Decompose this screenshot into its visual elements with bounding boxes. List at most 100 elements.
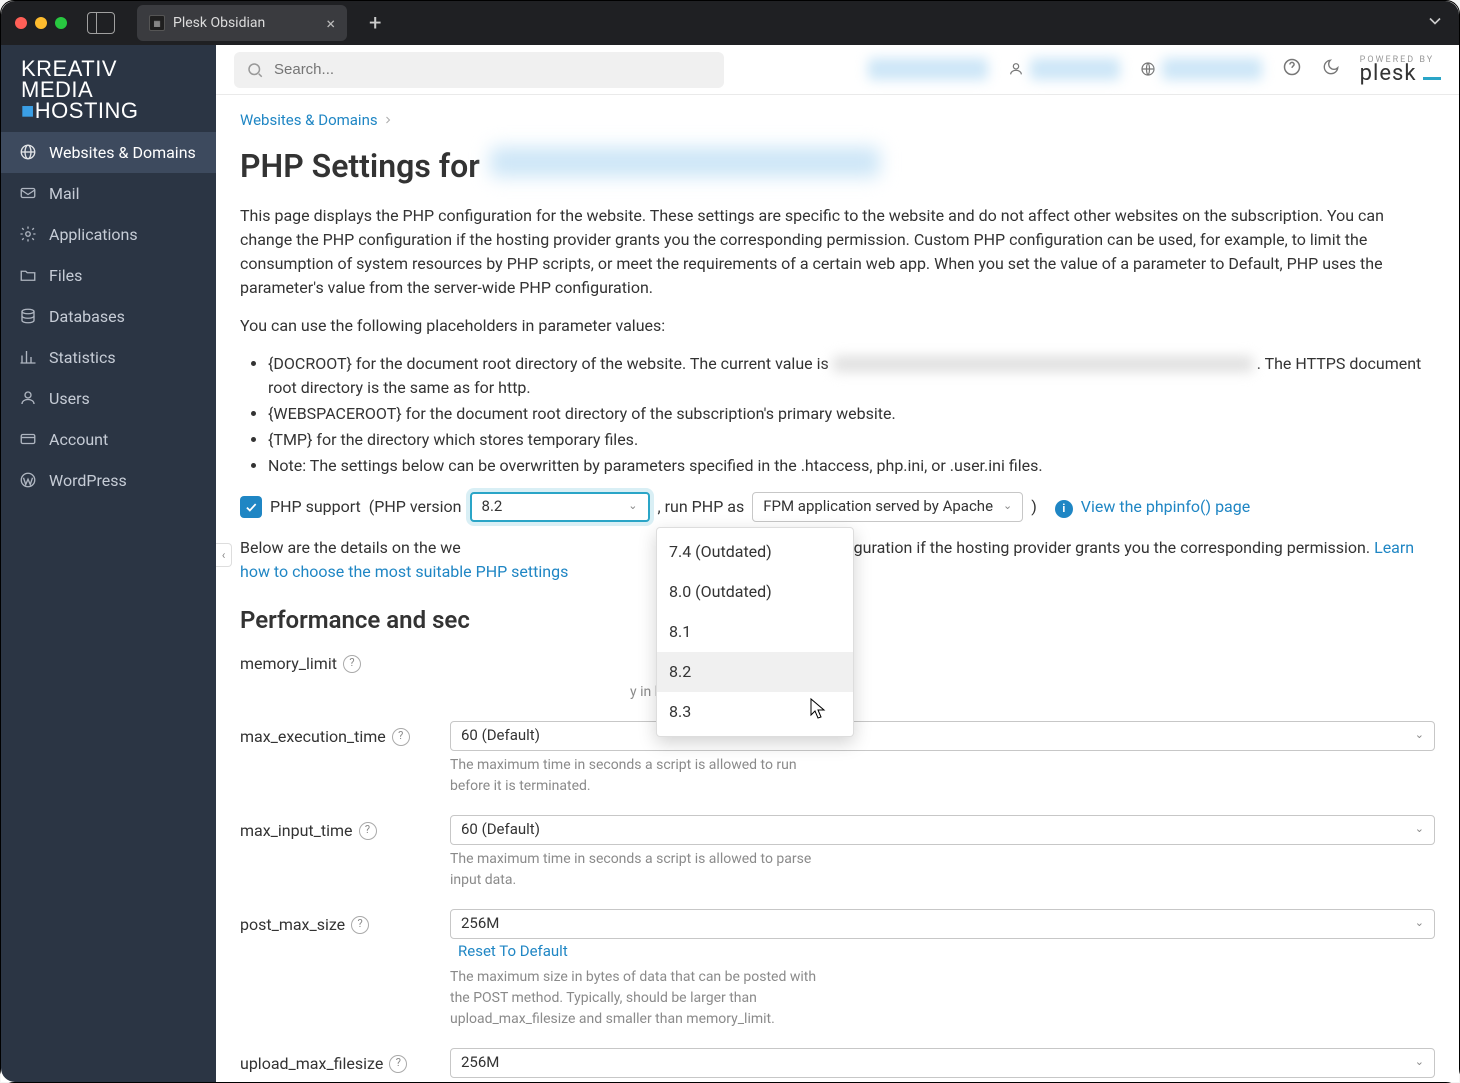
intro-text: This page displays the PHP configuration… <box>240 204 1435 300</box>
close-window-button[interactable] <box>15 17 27 29</box>
list-item: {TMP} for the directory which stores tem… <box>268 428 1435 452</box>
reset-post-max-size[interactable]: Reset To Default <box>458 942 568 960</box>
sidebar-item-files[interactable]: Files <box>1 255 216 296</box>
dropdown-option[interactable]: 7.4 (Outdated) <box>657 532 853 572</box>
sidebar-item-label: Mail <box>49 184 79 203</box>
max-execution-time-select[interactable]: 60 (Default)⌄ <box>450 721 1435 751</box>
search-icon <box>246 61 264 79</box>
search-input[interactable] <box>234 52 724 88</box>
sidebar-toggle-icon[interactable] <box>87 12 115 34</box>
php-support-row: PHP support (PHP version 8.2 ⌄ , run PHP… <box>240 492 1435 522</box>
setting-upload-max-filesize: upload_max_filesize ? 256M⌄ Reset To Def… <box>240 1048 1435 1083</box>
search-field[interactable] <box>274 61 712 78</box>
maximize-window-button[interactable] <box>55 17 67 29</box>
dark-mode-toggle[interactable] <box>1322 58 1340 80</box>
sidebar-item-statistics[interactable]: Statistics <box>1 337 216 378</box>
php-support-label: PHP support <box>270 495 361 519</box>
help-icon[interactable]: ? <box>359 822 377 840</box>
minimize-window-button[interactable] <box>35 17 47 29</box>
breadcrumb: Websites & Domains <box>240 109 1435 132</box>
database-icon <box>19 307 37 325</box>
phpinfo-link[interactable]: View the phpinfo() page <box>1081 497 1250 516</box>
tab-title: Plesk Obsidian <box>173 15 265 31</box>
topbar-user-blurred[interactable] <box>1030 58 1120 80</box>
sidebar-item-label: Databases <box>49 307 125 326</box>
user-icon <box>19 389 37 407</box>
chevron-right-icon <box>382 114 394 126</box>
breadcrumb-root[interactable]: Websites & Domains <box>240 109 378 132</box>
help-icon[interactable]: ? <box>343 655 361 673</box>
logo-accent: ■ <box>21 98 35 123</box>
sidebar-item-label: Files <box>49 266 82 285</box>
help-icon[interactable]: ? <box>392 728 410 746</box>
globe-icon <box>19 143 37 161</box>
setting-label: post_max_size <box>240 913 345 937</box>
setting-label: upload_max_filesize <box>240 1052 383 1076</box>
help-icon[interactable]: ? <box>389 1055 407 1073</box>
php-handler-value: FPM application served by Apache <box>763 495 993 518</box>
info-icon: i <box>1055 500 1073 518</box>
cursor-icon <box>808 697 828 729</box>
dropdown-option[interactable]: 8.2 <box>657 652 853 692</box>
plesk-logo: POWERED BY plesk <box>1360 56 1441 84</box>
list-item: {DOCROOT} for the document root director… <box>268 352 1435 400</box>
page-title-domain-blurred <box>490 147 880 177</box>
topbar: POWERED BY plesk <box>216 45 1459 95</box>
list-item: {WEBSPACEROOT} for the document root dir… <box>268 402 1435 426</box>
sidebar-item-label: Account <box>49 430 108 449</box>
php-version-select[interactable]: 8.2 ⌄ <box>470 492 650 522</box>
php-handler-select[interactable]: FPM application served by Apache ⌄ <box>752 492 1023 522</box>
user-icon <box>1008 61 1024 77</box>
tab-favicon: ▦ <box>149 15 165 31</box>
placeholders-intro: You can use the following placeholders i… <box>240 314 1435 338</box>
max-input-time-select[interactable]: 60 (Default)⌄ <box>450 815 1435 845</box>
card-icon <box>19 430 37 448</box>
help-button[interactable] <box>1282 57 1302 81</box>
help-icon[interactable]: ? <box>351 916 369 934</box>
sidebar-item-databases[interactable]: Databases <box>1 296 216 337</box>
main: POWERED BY plesk ‹ Websites & Domains PH… <box>216 45 1459 1082</box>
folder-icon <box>19 266 37 284</box>
chevron-down-icon: ⌄ <box>628 498 637 515</box>
topbar-domain-blurred[interactable] <box>1162 58 1262 80</box>
run-php-as-label: , run PHP as <box>658 495 745 519</box>
close-tab-button[interactable]: × <box>326 14 335 33</box>
wordpress-icon <box>19 471 37 489</box>
sidebar-item-label: Applications <box>49 225 138 244</box>
content: ‹ Websites & Domains PHP Settings for Th… <box>216 95 1459 1082</box>
sidebar-item-mail[interactable]: Mail <box>1 173 216 214</box>
tabs-overflow-button[interactable] <box>1425 11 1445 35</box>
sidebar-item-label: WordPress <box>49 471 127 490</box>
gear-icon <box>19 225 37 243</box>
post-max-size-select[interactable]: 256M⌄ <box>450 909 1435 939</box>
chevron-down-icon: ⌄ <box>1415 821 1424 838</box>
page-title: PHP Settings for <box>240 142 1435 190</box>
sidebar-item-label: Users <box>49 389 90 408</box>
chart-icon <box>19 348 37 366</box>
sidebar-item-wordpress[interactable]: WordPress <box>1 460 216 501</box>
collapse-sidebar-button[interactable]: ‹ <box>216 543 232 567</box>
dropdown-option[interactable]: 8.1 <box>657 612 853 652</box>
sidebar-item-account[interactable]: Account <box>1 419 216 460</box>
reset-upload-max-filesize[interactable]: Reset To Default <box>458 1081 568 1083</box>
sidebar-item-applications[interactable]: Applications <box>1 214 216 255</box>
window-controls <box>15 17 67 29</box>
mail-icon <box>19 184 37 202</box>
setting-max-input-time: max_input_time ? 60 (Default)⌄ The maxim… <box>240 815 1435 891</box>
sidebar-item-websites-domains[interactable]: Websites & Domains <box>1 132 216 173</box>
dropdown-option[interactable]: 8.0 (Outdated) <box>657 572 853 612</box>
sidebar: KREATIV MEDIA ■HOSTING Websites & Domain… <box>1 45 216 1082</box>
upload-max-filesize-select[interactable]: 256M⌄ <box>450 1048 1435 1078</box>
chevron-down-icon: ⌄ <box>1415 1054 1424 1071</box>
new-tab-button[interactable]: + <box>369 11 381 36</box>
sidebar-item-users[interactable]: Users <box>1 378 216 419</box>
browser-tab[interactable]: ▦ Plesk Obsidian × <box>137 5 347 41</box>
setting-hint: The maximum time in seconds a script is … <box>450 849 830 891</box>
sidebar-item-label: Statistics <box>49 348 116 367</box>
php-version-label: (PHP version <box>369 495 462 519</box>
list-item: Note: The settings below can be overwrit… <box>268 454 1435 478</box>
php-version-value: 8.2 <box>482 495 503 518</box>
php-support-checkbox[interactable] <box>240 496 262 518</box>
page-title-text: PHP Settings for <box>240 142 480 190</box>
close-paren: ) <box>1031 495 1037 519</box>
